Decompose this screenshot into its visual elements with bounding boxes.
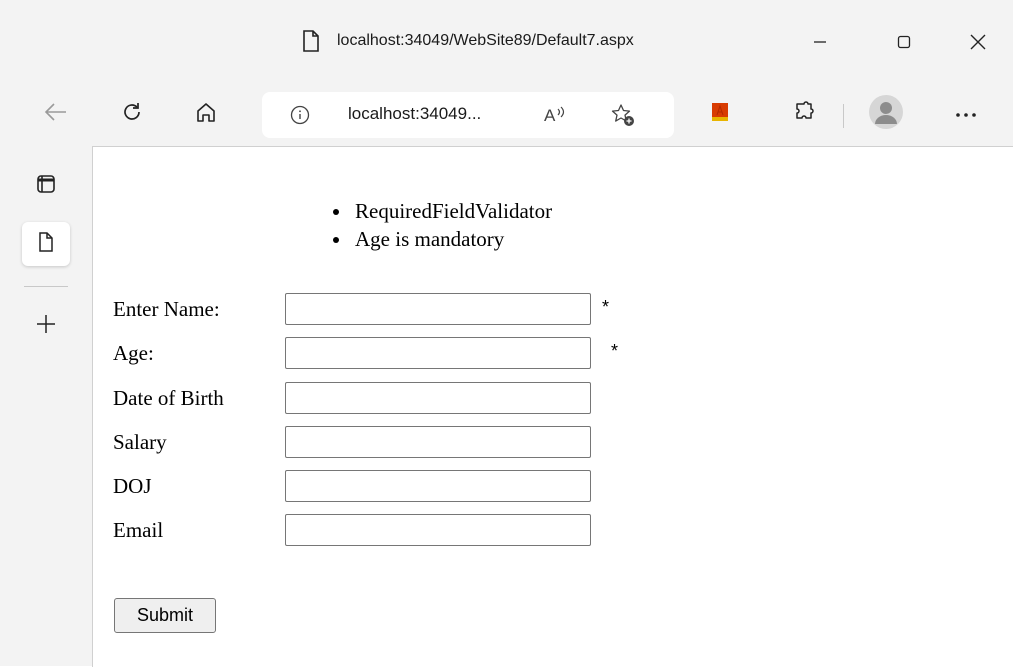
ellipsis-icon bbox=[955, 105, 977, 123]
validation-error: RequiredFieldValidator bbox=[332, 199, 553, 223]
profile-button[interactable] bbox=[866, 94, 906, 134]
home-icon bbox=[195, 101, 217, 128]
submit-button[interactable]: Submit bbox=[114, 598, 216, 633]
field-label: Date of Birth bbox=[113, 386, 224, 410]
collections-button[interactable] bbox=[700, 94, 740, 134]
rail-divider bbox=[24, 286, 68, 287]
plus-icon bbox=[35, 313, 57, 340]
more-menu-button[interactable] bbox=[946, 94, 986, 134]
name-input[interactable] bbox=[285, 293, 591, 325]
svg-text:A: A bbox=[544, 106, 556, 125]
field-label: Age: bbox=[113, 341, 154, 365]
salary-input[interactable] bbox=[285, 426, 591, 458]
field-label: Salary bbox=[113, 430, 167, 454]
tab-actions-icon bbox=[36, 174, 56, 199]
email-input[interactable] bbox=[285, 514, 591, 546]
minimize-button[interactable] bbox=[800, 24, 840, 60]
required-marker: * bbox=[611, 341, 619, 361]
doj-input[interactable] bbox=[285, 470, 591, 502]
read-aloud-icon[interactable]: A bbox=[542, 103, 568, 127]
form-row-doj: DOJ bbox=[113, 470, 713, 506]
required-marker: * bbox=[602, 297, 610, 317]
toolbar-divider bbox=[843, 104, 844, 128]
validation-error: Age is mandatory bbox=[332, 225, 552, 253]
form-row-name: Enter Name: * bbox=[113, 293, 713, 329]
avatar bbox=[868, 94, 904, 135]
field-label: Enter Name: bbox=[113, 297, 220, 321]
date-of-birth-input[interactable] bbox=[285, 382, 591, 414]
home-button[interactable] bbox=[186, 94, 226, 134]
close-window-button[interactable] bbox=[958, 24, 998, 60]
collections-icon bbox=[709, 101, 731, 128]
new-tab-button[interactable] bbox=[22, 304, 70, 348]
vertical-tabs-rail bbox=[0, 146, 92, 666]
arrow-left-icon bbox=[44, 102, 68, 127]
form-row-email: Email bbox=[113, 514, 713, 550]
address-bar[interactable]: localhost:34049... A bbox=[262, 92, 674, 138]
field-label: DOJ bbox=[113, 474, 152, 498]
validation-summary: RequiredFieldValidator Age is mandatory bbox=[332, 197, 553, 253]
refresh-icon bbox=[121, 101, 143, 128]
tab-actions-button[interactable] bbox=[22, 164, 70, 208]
page-content: RequiredFieldValidator Age is mandatory … bbox=[92, 146, 1013, 667]
page-document-icon bbox=[301, 30, 321, 52]
browser-window: localhost:34049/WebSite89/Default7.aspx bbox=[0, 0, 1013, 667]
form-row-salary: Salary bbox=[113, 426, 713, 462]
refresh-button[interactable] bbox=[112, 94, 152, 134]
age-input[interactable] bbox=[285, 337, 591, 369]
browser-toolbar: localhost:34049... A bbox=[0, 88, 1013, 144]
form-row-dob: Date of Birth bbox=[113, 382, 713, 418]
address-text[interactable]: localhost:34049... bbox=[348, 104, 481, 124]
site-info-icon[interactable] bbox=[290, 105, 310, 125]
tab-current-page[interactable] bbox=[22, 222, 70, 266]
add-favorite-icon[interactable] bbox=[610, 102, 636, 128]
extensions-button[interactable] bbox=[784, 94, 824, 134]
maximize-button[interactable] bbox=[884, 24, 924, 60]
page-document-icon bbox=[37, 231, 55, 257]
form-row-age: Age: * bbox=[113, 337, 713, 373]
field-label: Email bbox=[113, 518, 164, 542]
back-button[interactable] bbox=[36, 94, 76, 134]
window-title: localhost:34049/WebSite89/Default7.aspx bbox=[337, 32, 634, 49]
puzzle-icon bbox=[793, 100, 815, 128]
title-bar: localhost:34049/WebSite89/Default7.aspx bbox=[0, 0, 1013, 88]
